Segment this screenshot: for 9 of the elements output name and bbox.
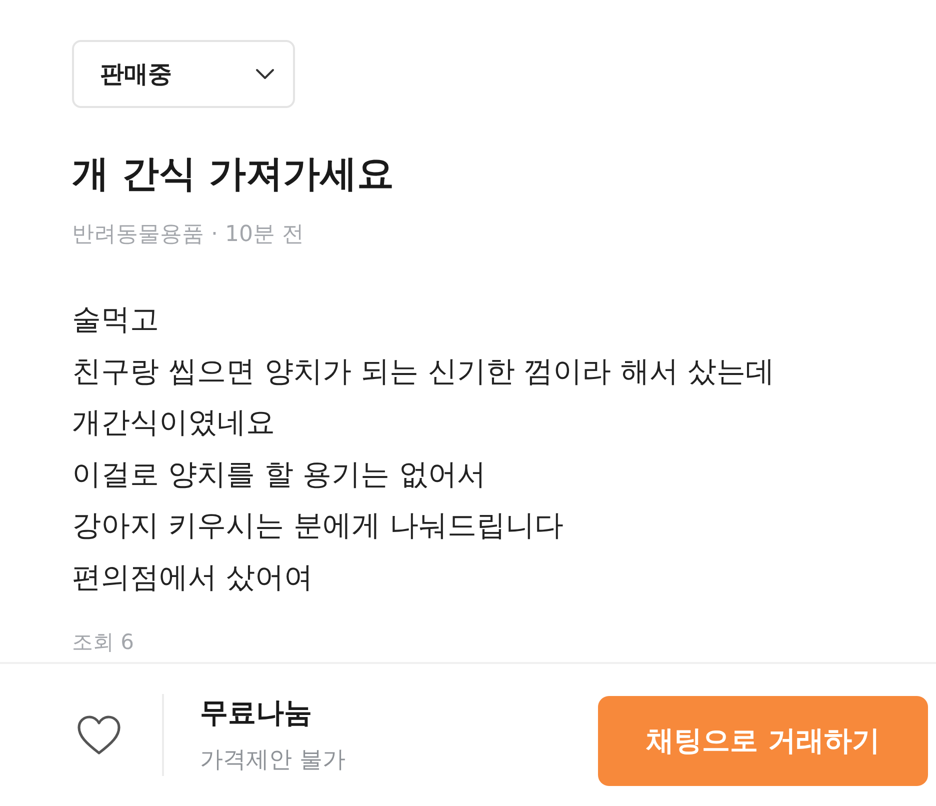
listing-description: 술먹고 친구랑 씹으면 양치가 되는 신기한 껌이라 해서 샀는데 개간식이였네요 이걸로 양치를 할 용기는 없어서 강아지 키우시는 분에게 나눠드립니다 편의점에서 샀어여 [72, 301, 775, 596]
chevron-down-icon [255, 68, 275, 80]
view-count: 조회 6 [72, 629, 134, 655]
category-time-text: 반려동물용품 · 10분 전 [72, 221, 304, 249]
heart-icon[interactable] [76, 714, 122, 756]
price-offer-text: 가격제안 불가 [200, 746, 346, 775]
status-dropdown[interactable]: 판매중 [72, 40, 295, 108]
listing-title: 개 간식 가져가세요 [72, 151, 394, 197]
price-text: 무료나눔 [200, 695, 313, 731]
